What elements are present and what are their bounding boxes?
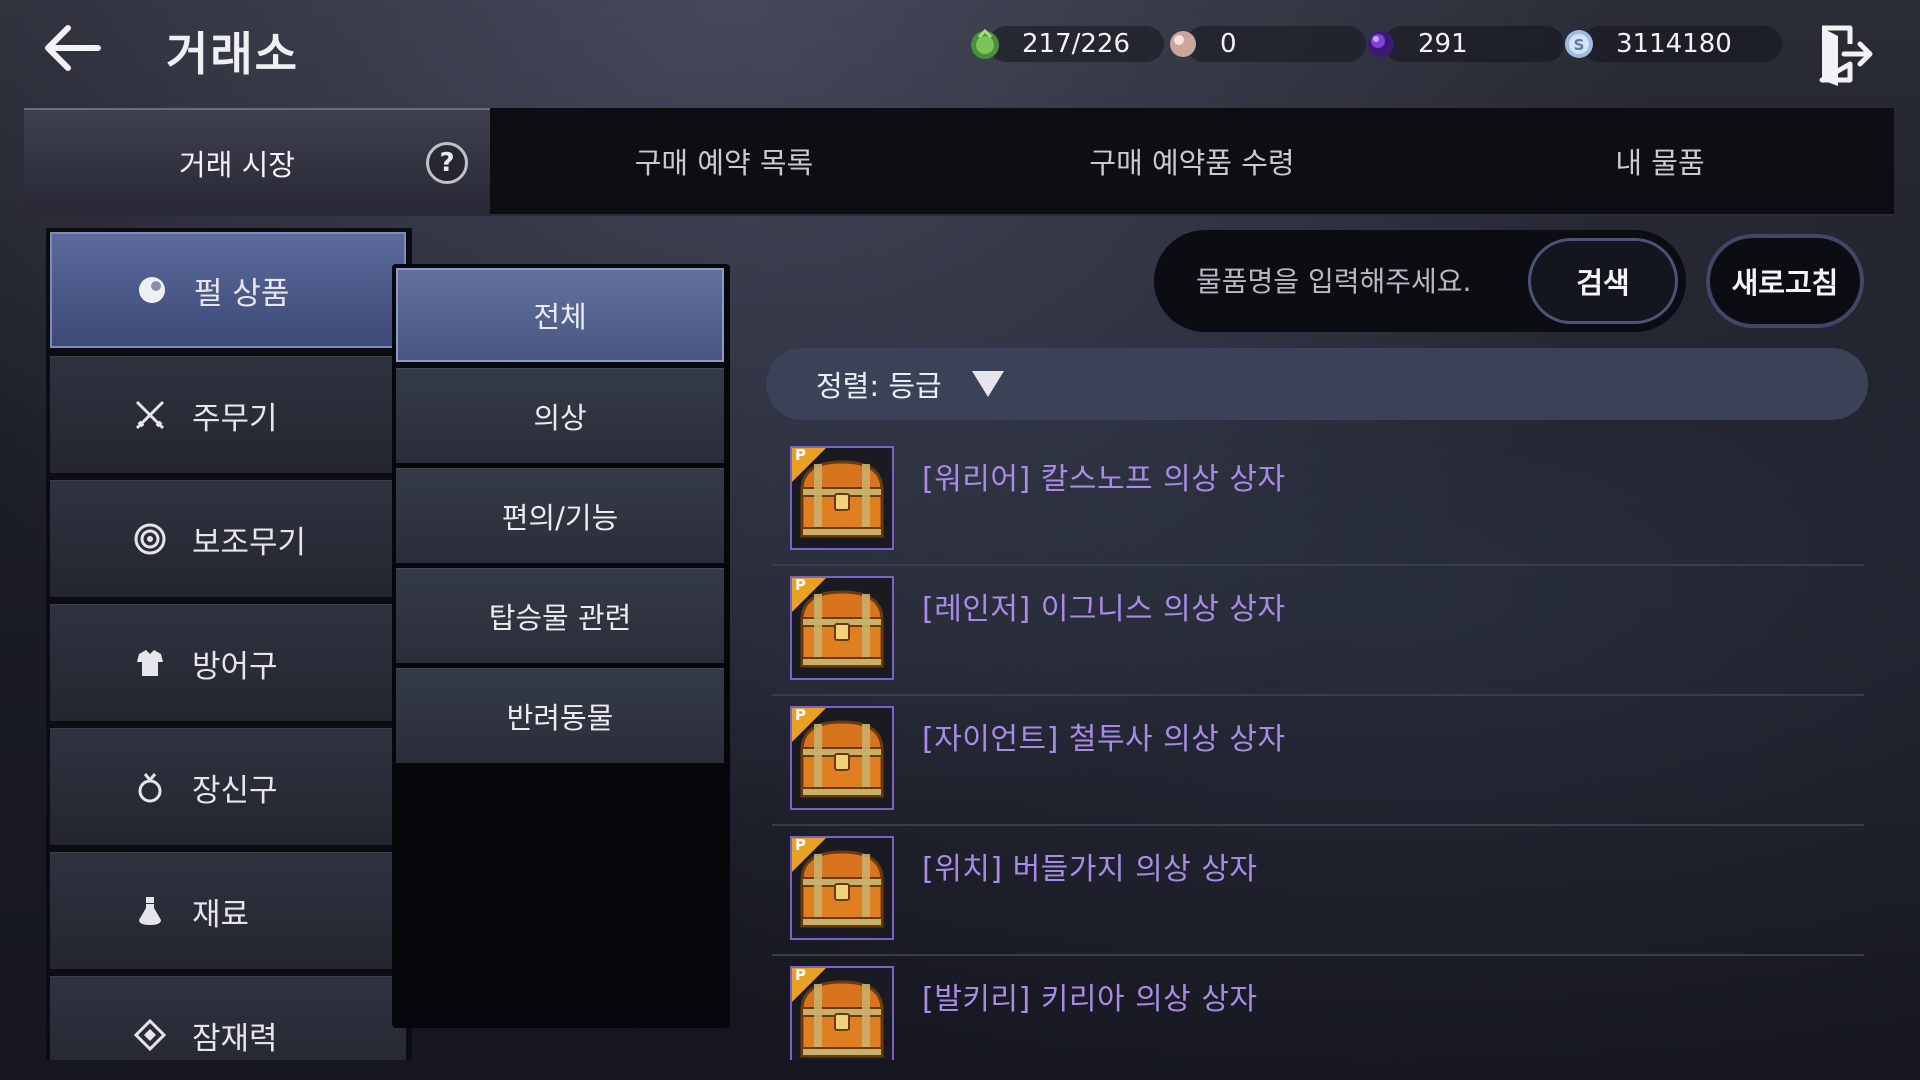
svg-text:S: S bbox=[1574, 36, 1585, 54]
currency-pearl: 0 bbox=[1166, 24, 1366, 64]
item-name: [레인저] 이그니스 의상 상자 bbox=[922, 592, 1286, 627]
sort-label: 정렬: 등급 bbox=[816, 369, 942, 403]
search-box: 검색 bbox=[1154, 230, 1686, 332]
list-item[interactable]: P [워리어] 칼스노프 의상 상자 bbox=[772, 434, 1864, 566]
exit-button[interactable] bbox=[1816, 22, 1876, 86]
potion-icon bbox=[130, 891, 170, 931]
list-item[interactable]: P [레인저] 이그니스 의상 상자 bbox=[772, 564, 1864, 696]
category-material[interactable]: 재료 bbox=[50, 852, 406, 969]
refresh-button-label: 새로고침 bbox=[1731, 266, 1839, 300]
currency-weight: 217/226 bbox=[968, 24, 1164, 64]
sort-dropdown[interactable]: 정렬: 등급 bbox=[766, 348, 1868, 420]
item-list: P [워리어] 칼스노프 의상 상자 P [레인저] 이그니스 의상 상자 P … bbox=[766, 434, 1868, 1060]
pearl-icon bbox=[132, 270, 172, 310]
category-label: 장신구 bbox=[192, 772, 278, 809]
subcategory-label: 의상 bbox=[533, 401, 587, 435]
diamond-icon bbox=[130, 1015, 170, 1055]
exit-door-icon bbox=[1819, 25, 1873, 86]
search-input[interactable] bbox=[1194, 260, 1488, 302]
page-title: 거래소 bbox=[166, 27, 299, 81]
category-list: 펄 상품 주무기 보조무기 방어구 장신구 재료 잠재력 bbox=[46, 228, 412, 1060]
pearl-icon bbox=[1166, 27, 1200, 61]
list-item[interactable]: P [자이언트] 철투사 의상 상자 bbox=[772, 694, 1864, 826]
category-sub-weapon[interactable]: 보조무기 bbox=[50, 480, 406, 597]
ring-icon bbox=[130, 767, 170, 807]
subcategory-label: 전체 bbox=[533, 300, 587, 334]
help-button[interactable]: ? bbox=[426, 142, 468, 184]
search-button-label: 검색 bbox=[1576, 266, 1630, 300]
pearl-badge-letter: P bbox=[795, 836, 806, 854]
currency-silver-value: 3114180 bbox=[1616, 29, 1732, 59]
category-label: 재료 bbox=[192, 896, 250, 933]
category-label: 펄 상품 bbox=[194, 275, 290, 312]
triangle-down-icon bbox=[971, 371, 1004, 397]
category-accessory[interactable]: 장신구 bbox=[50, 728, 406, 845]
subcategory-convenience[interactable]: 편의/기능 bbox=[396, 468, 724, 563]
category-label: 주무기 bbox=[192, 400, 278, 437]
list-item[interactable]: P [위치] 버들가지 의상 상자 bbox=[772, 824, 1864, 956]
arrow-left-icon bbox=[45, 25, 101, 71]
refresh-button[interactable]: 새로고침 bbox=[1706, 234, 1864, 328]
subcategory-costume[interactable]: 의상 bbox=[396, 368, 724, 463]
tab-label: 구매 예약 목록 bbox=[634, 146, 814, 180]
category-label: 잠재력 bbox=[192, 1020, 278, 1057]
armor-icon bbox=[130, 643, 170, 683]
subcategory-mount[interactable]: 탑승물 관련 bbox=[396, 568, 724, 663]
target-icon bbox=[130, 519, 170, 559]
item-icon-frame: P bbox=[790, 446, 894, 550]
category-label: 보조무기 bbox=[192, 524, 307, 561]
silver-coin-icon: S bbox=[1562, 27, 1596, 61]
subcategory-all[interactable]: 전체 bbox=[396, 268, 724, 362]
subcategory-label: 편의/기능 bbox=[501, 501, 619, 535]
subcategory-label: 반려동물 bbox=[506, 701, 614, 735]
tab-marketplace[interactable]: 거래 시장 ? bbox=[24, 108, 490, 216]
category-pearl-items[interactable]: 펄 상품 bbox=[50, 232, 406, 348]
currency-weight-value: 217/226 bbox=[1022, 29, 1131, 59]
pearl-badge-letter: P bbox=[795, 966, 806, 984]
tab-receive-reserved[interactable]: 구매 예약품 수령 bbox=[958, 108, 1426, 214]
item-icon-frame: P bbox=[790, 576, 894, 680]
category-label: 방어구 bbox=[192, 648, 278, 685]
subcategory-label: 탑승물 관련 bbox=[488, 601, 632, 635]
tab-my-items[interactable]: 내 물품 bbox=[1426, 108, 1894, 214]
item-name: [자이언트] 철투사 의상 상자 bbox=[922, 722, 1286, 757]
list-item[interactable]: P [발키리] 키리아 의상 상자 bbox=[772, 954, 1864, 1060]
back-button[interactable] bbox=[38, 18, 108, 78]
green-bag-icon bbox=[968, 27, 1002, 61]
subcategory-list: 전체 의상 편의/기능 탑승물 관련 반려동물 bbox=[392, 264, 730, 1028]
item-name: [발키리] 키리아 의상 상자 bbox=[922, 982, 1258, 1017]
tab-purchase-reservations[interactable]: 구매 예약 목록 bbox=[490, 108, 958, 214]
tab-label: 내 물품 bbox=[1615, 146, 1705, 180]
category-main-weapon[interactable]: 주무기 bbox=[50, 356, 406, 473]
item-name: [워리어] 칼스노프 의상 상자 bbox=[922, 462, 1286, 497]
category-potential[interactable]: 잠재력 bbox=[50, 976, 406, 1060]
item-icon-frame: P bbox=[790, 836, 894, 940]
currency-black-pearl: 291 bbox=[1364, 24, 1564, 64]
search-button[interactable]: 검색 bbox=[1528, 238, 1678, 324]
crossed-swords-icon bbox=[130, 395, 170, 435]
currency-black-pearl-value: 291 bbox=[1418, 29, 1468, 59]
tab-label: 거래 시장 bbox=[179, 148, 295, 182]
tab-label: 구매 예약품 수령 bbox=[1089, 146, 1295, 180]
pearl-badge-letter: P bbox=[795, 706, 806, 724]
purple-orb-icon bbox=[1364, 27, 1398, 61]
currency-silver: S 3114180 bbox=[1562, 24, 1782, 64]
currency-pearl-value: 0 bbox=[1220, 29, 1237, 59]
pearl-badge-letter: P bbox=[795, 446, 806, 464]
subcategory-pet[interactable]: 반려동물 bbox=[396, 668, 724, 763]
item-icon-frame: P bbox=[790, 966, 894, 1060]
question-mark-icon: ? bbox=[439, 148, 455, 178]
category-armor[interactable]: 방어구 bbox=[50, 604, 406, 721]
tab-bar: 거래 시장 ? 구매 예약 목록 구매 예약품 수령 내 물품 bbox=[24, 108, 1894, 216]
item-icon-frame: P bbox=[790, 706, 894, 810]
item-name: [위치] 버들가지 의상 상자 bbox=[922, 852, 1258, 887]
pearl-badge-letter: P bbox=[795, 576, 806, 594]
